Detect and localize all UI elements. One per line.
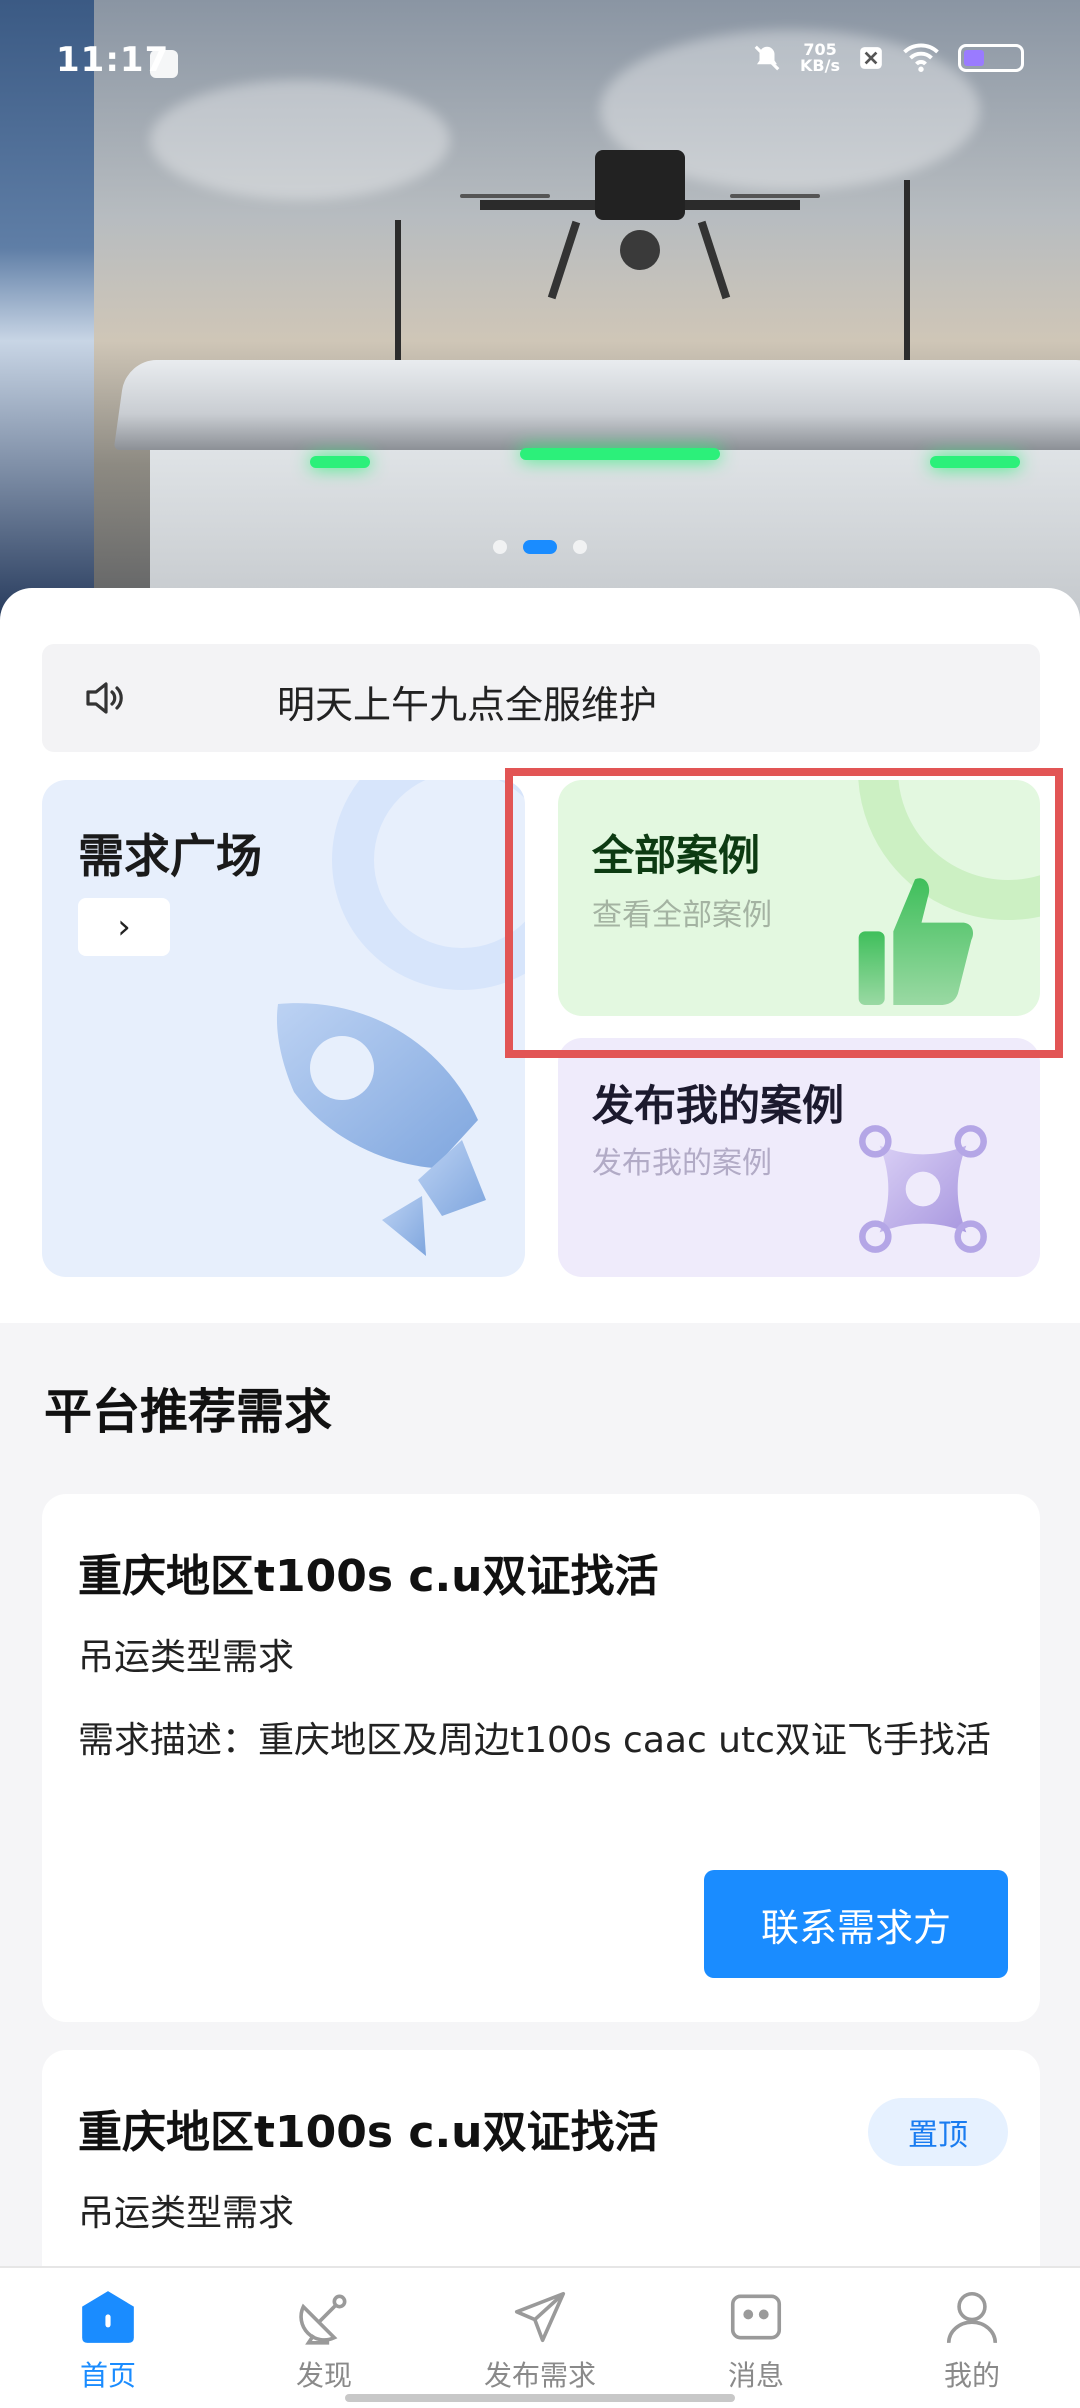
carousel-dot (573, 540, 587, 554)
request-title: 重庆地区t100s c.u双证找活 (78, 1551, 659, 1602)
request-card[interactable]: 重庆地区t100s c.u双证找活 吊运类型需求 需求描述：重庆地区及周边t10… (42, 1494, 1040, 2022)
section-title: 平台推荐需求 (44, 1384, 333, 1440)
request-type: 吊运类型需求 (78, 1637, 295, 1678)
nav-discover[interactable]: 发现 (216, 2268, 432, 2408)
carousel-dot-active (523, 540, 557, 554)
announcement-text: 明天上午九点全服维护 (277, 683, 658, 727)
mute-bell-icon (754, 45, 780, 71)
decorative-ring (332, 780, 525, 990)
power-tower (395, 220, 401, 380)
status-bar: 11:17 705 KB/s (0, 0, 1080, 120)
demand-square-tile[interactable]: 需求广场 › (42, 780, 525, 1277)
network-speed-unit: KB/s (800, 56, 840, 75)
highlight-box (505, 768, 1063, 1058)
carousel-indicator (0, 540, 1080, 554)
satellite-dish-icon (293, 2286, 355, 2348)
send-icon (509, 2286, 571, 2348)
home-indicator[interactable] (345, 2394, 735, 2402)
notification-app-icon (150, 50, 178, 78)
publish-case-tile[interactable]: 发布我的案例 发布我的案例 (558, 1038, 1040, 1277)
power-tower (904, 180, 910, 380)
frame-icon (859, 1125, 987, 1253)
demand-square-arrow-button[interactable]: › (78, 898, 170, 956)
drone-station-image (113, 360, 1080, 620)
publish-case-subtitle: 发布我的案例 (592, 1146, 772, 1181)
nav-publish-demand[interactable]: 发布需求 (432, 2268, 648, 2408)
message-icon (725, 2286, 787, 2348)
nav-label: 发现 (295, 2359, 352, 2392)
nav-profile[interactable]: 我的 (864, 2268, 1080, 2408)
home-icon (77, 2286, 139, 2348)
wifi-icon (903, 43, 939, 72)
contact-requester-button[interactable]: 联系需求方 (704, 1870, 1008, 1978)
request-title: 重庆地区t100s c.u双证找活 (78, 2107, 659, 2158)
pinned-badge: 置顶 (868, 2098, 1008, 2166)
bottom-navigation: 首页 发现 发布需求 消息 我的 (0, 2266, 1080, 2408)
nav-messages[interactable]: 消息 (648, 2268, 864, 2408)
sim-disabled-icon (860, 47, 882, 69)
rocket-icon (276, 1003, 486, 1256)
announcement-bar[interactable]: 明天上午九点全服维护 (42, 644, 1040, 752)
speaker-icon (86, 682, 123, 714)
user-icon (941, 2286, 1003, 2348)
nav-label: 消息 (727, 2359, 784, 2392)
publish-case-title: 发布我的案例 (592, 1081, 845, 1130)
nav-label: 发布需求 (483, 2359, 596, 2392)
carousel-dot (493, 540, 507, 554)
battery-icon (958, 44, 1024, 72)
nav-label: 首页 (79, 2359, 136, 2392)
nav-label: 我的 (943, 2359, 1000, 2392)
drone-image (440, 140, 840, 320)
request-type: 吊运类型需求 (78, 2193, 295, 2234)
network-speed: 705 KB/s (800, 42, 840, 74)
nav-home[interactable]: 首页 (0, 2268, 216, 2408)
request-description: 需求描述：重庆地区及周边t100s caac utc双证飞手找活 (78, 1720, 991, 1761)
demand-square-title: 需求广场 (78, 829, 262, 883)
